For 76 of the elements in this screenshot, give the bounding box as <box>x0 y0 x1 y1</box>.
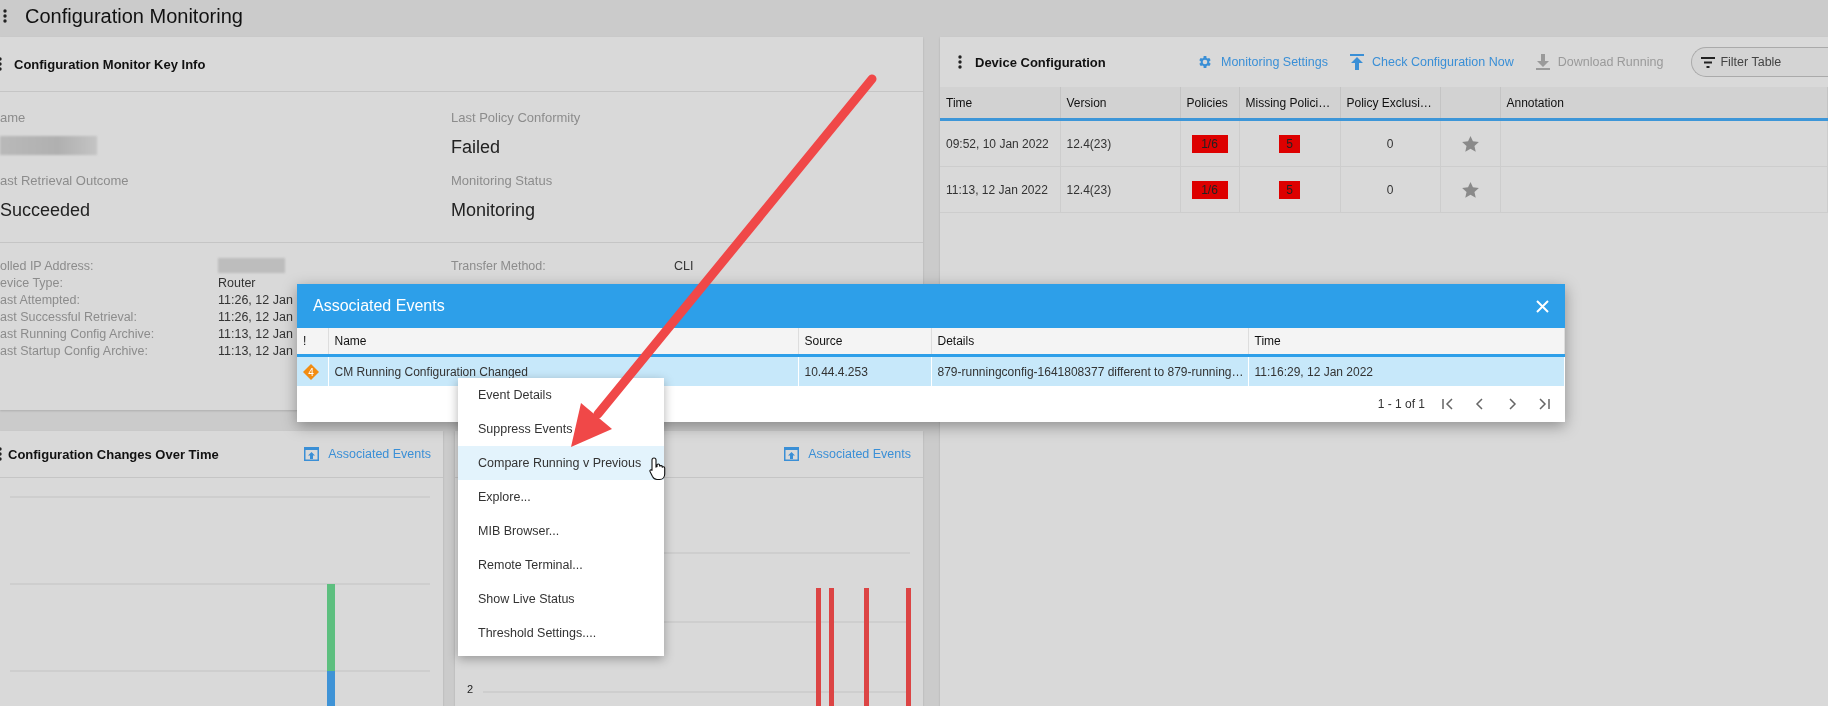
table-cell: 879-runningconfig-1641808377 different to 879-running… <box>931 355 1248 386</box>
first-page-icon <box>1441 397 1455 411</box>
field-value: CLI <box>674 258 694 273</box>
event-row[interactable]: 4 CM Running Configuration Changed 10.44.4.253 879-runningconfig-1641808377 different to 879-running… 11:16:29, 12 Jan 2022 <box>297 355 1565 386</box>
redacted-value <box>218 258 285 273</box>
severity-badge: 4 <box>303 363 319 380</box>
menu-item[interactable]: Explore... <box>458 480 664 514</box>
field-value: Router <box>218 275 256 290</box>
filter-icon <box>1701 57 1716 68</box>
upload-icon <box>1350 54 1364 70</box>
table-cell: 0 <box>1340 166 1440 213</box>
menu-item[interactable]: MIB Browser... <box>458 514 664 548</box>
menu-item[interactable]: Remote Terminal... <box>458 548 664 582</box>
field-value: 11:26, 12 Jan <box>218 309 293 324</box>
kebab-menu-icon[interactable] <box>3 9 7 23</box>
field-label: Last Policy Conformity <box>451 110 582 126</box>
column-header[interactable]: Version <box>1060 87 1180 120</box>
table-cell: 11:13, 12 Jan 2022 <box>940 166 1060 213</box>
column-header[interactable]: Time <box>1248 328 1565 356</box>
field-value: 11:26, 12 Jan <box>218 292 293 307</box>
filter-field[interactable]: Filter Table <box>1691 47 1828 77</box>
column-header[interactable]: Source <box>798 328 931 356</box>
column-header[interactable]: Annotation <box>1500 87 1828 120</box>
axis-tick-label: 2 <box>467 683 474 695</box>
status-badge: 5 <box>1279 134 1300 153</box>
column-header[interactable]: Name <box>328 328 798 356</box>
column-header[interactable]: ! <box>297 328 328 356</box>
field-value: Failed <box>451 136 502 158</box>
table-cell: 11:16:29, 12 Jan 2022 <box>1248 355 1565 386</box>
menu-item[interactable]: Suppress Events <box>458 412 664 446</box>
dialog-title: Associated Events <box>313 297 445 315</box>
panel-title: Device Configuration <box>975 54 1107 70</box>
field-value: Succeeded <box>0 199 92 221</box>
field-label: ast Successful Retrieval: <box>0 309 137 324</box>
table-cell: 09:52, 10 Jan 2022 <box>940 119 1060 167</box>
menu-item[interactable]: Show Live Status <box>458 582 664 616</box>
field-label: ast Running Config Archive: <box>0 326 155 341</box>
field-value: Monitoring <box>451 199 537 221</box>
column-header[interactable]: Missing Polici… <box>1239 87 1340 120</box>
close-icon <box>1536 299 1549 313</box>
column-header[interactable]: Policy Exclusi… <box>1340 87 1440 120</box>
field-value: 11:13, 12 Jan <box>218 343 293 358</box>
field-label: ast Retrieval Outcome <box>0 173 130 189</box>
table-cell: 12.4(23) <box>1060 119 1180 167</box>
status-badge: 1/6 <box>1191 134 1228 153</box>
panel-title: Configuration Changes Over Time <box>8 446 219 462</box>
field-label: Monitoring Status <box>451 173 554 189</box>
open-in-icon <box>304 447 320 461</box>
field-label: ame <box>0 110 27 126</box>
field-label: olled IP Address: <box>0 258 94 273</box>
field-label: Transfer Method: <box>451 258 546 273</box>
table-cell: 10.44.4.253 <box>798 355 931 386</box>
close-button[interactable] <box>1534 297 1551 315</box>
download-icon <box>1535 54 1550 70</box>
star-icon[interactable] <box>1461 135 1479 152</box>
table-cell: 12.4(23) <box>1060 166 1180 213</box>
column-header[interactable]: Details <box>931 328 1248 356</box>
field-value: 11:13, 12 Jan <box>218 326 293 341</box>
star-icon[interactable] <box>1461 181 1479 198</box>
panel-title: Configuration Monitor Key Info <box>14 56 206 72</box>
field-label: ast Attempted: <box>0 292 80 307</box>
settings-icon <box>1197 54 1213 70</box>
column-header[interactable]: Policies <box>1180 87 1239 120</box>
status-badge: 5 <box>1279 180 1300 199</box>
page-title: Configuration Monitoring <box>25 4 243 28</box>
menu-item[interactable]: Compare Running v Previous <box>458 446 664 480</box>
pagination-text: 1 - 1 of 1 <box>1377 397 1425 411</box>
field-label: ast Startup Config Archive: <box>0 343 148 358</box>
menu-item[interactable]: Threshold Settings.... <box>458 616 664 650</box>
column-header[interactable]: Time <box>940 87 1060 120</box>
status-badge: 1/6 <box>1191 180 1228 199</box>
last-page-icon <box>1537 397 1551 411</box>
open-in-icon <box>784 447 800 461</box>
kebab-menu-icon[interactable] <box>958 55 962 69</box>
table-cell: 0 <box>1340 119 1440 167</box>
field-label: evice Type: <box>0 275 63 290</box>
